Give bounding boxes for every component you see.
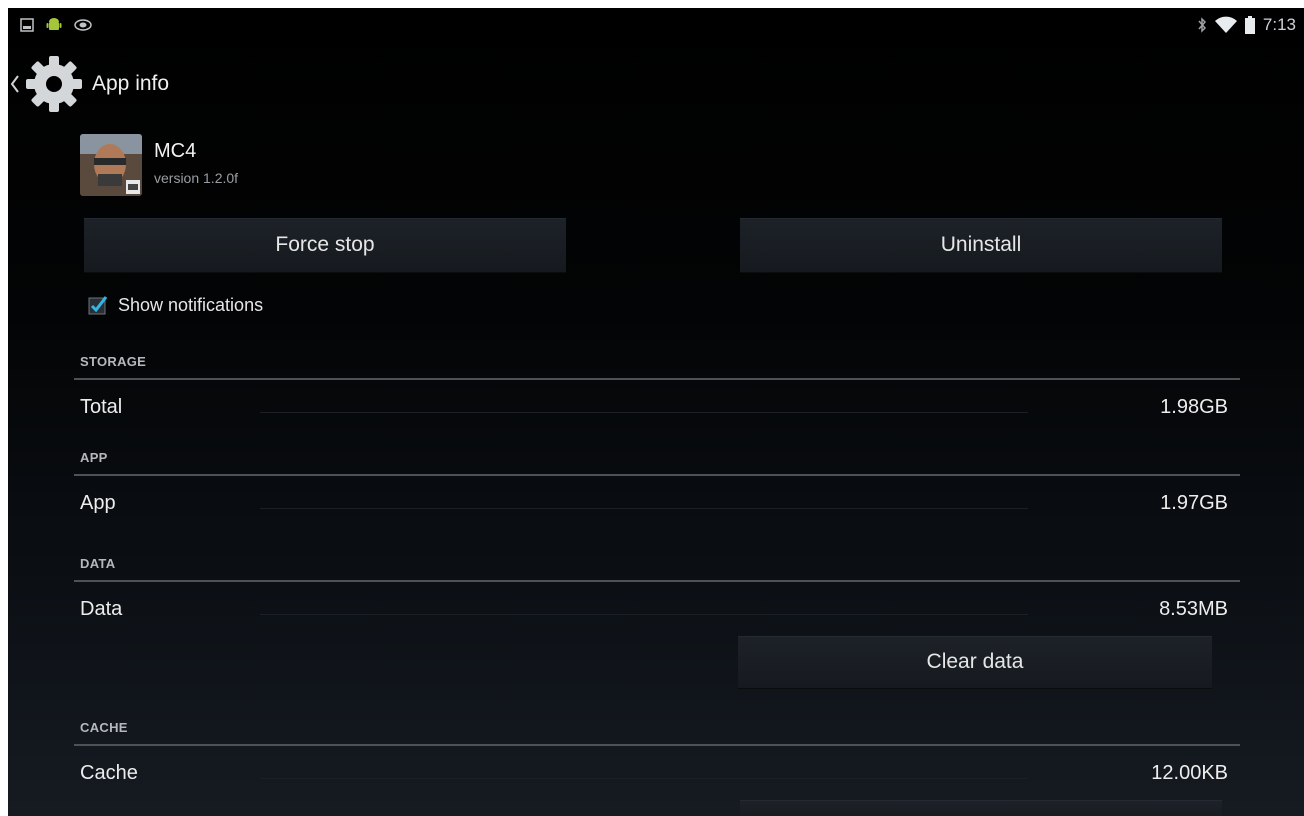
app-name: MC4 (154, 140, 197, 162)
status-bar: 7:13 (8, 8, 1304, 44)
total-row: Total 1.98GB (80, 390, 1228, 430)
back-chevron-icon (10, 75, 19, 93)
clear-data-button[interactable]: Clear data (738, 636, 1212, 689)
app-divider (74, 474, 1240, 476)
gallery-icon (20, 18, 34, 32)
row-divider (260, 508, 1028, 509)
action-bar: App info (8, 48, 1304, 120)
page-title: App info (92, 72, 170, 95)
cache-label: Cache (80, 762, 138, 784)
show-notifications-checkbox[interactable]: Show notifications (88, 290, 263, 320)
data-header-text: DATA (80, 556, 116, 571)
data-row: Data 8.53MB (80, 592, 1228, 632)
data-divider (74, 580, 1240, 582)
app-header-text: APP (80, 450, 108, 465)
app-row: App 1.97GB (80, 486, 1228, 526)
app-version: version 1.2.0f (154, 170, 239, 186)
uninstall-button[interactable]: Uninstall (740, 218, 1222, 273)
checkbox-checked-icon (88, 296, 108, 315)
battery-icon (1244, 16, 1255, 34)
screen: 7:13 App info MC4 version 1.2.0f Force s… (8, 8, 1304, 816)
storage-header-text: STORAGE (80, 354, 147, 369)
nvidia-icon (74, 19, 92, 31)
data-label: Data (80, 598, 123, 620)
settings-gear-icon (26, 56, 82, 112)
notification-icons (20, 17, 92, 33)
android-debug-icon (46, 18, 62, 30)
row-divider (260, 614, 1028, 615)
clear-cache-button[interactable] (740, 800, 1222, 816)
data-value: 8.53MB (1159, 598, 1228, 620)
app-icon-artwork (80, 134, 142, 196)
clock: 7:13 (1262, 15, 1296, 34)
cache-header-text: CACHE (80, 720, 128, 735)
app-header: MC4 version 1.2.0f (80, 130, 480, 198)
total-value: 1.98GB (1160, 396, 1228, 418)
total-label: Total (80, 396, 123, 418)
app-value: 1.97GB (1160, 492, 1228, 514)
wifi-icon (1214, 16, 1237, 33)
system-icons: 7:13 (1197, 15, 1296, 35)
bluetooth-icon (1198, 17, 1206, 33)
app-icon (80, 134, 142, 196)
app-label: App (80, 492, 116, 514)
cache-divider (74, 744, 1240, 746)
row-divider (260, 778, 1028, 779)
show-notifications-label: Show notifications (118, 294, 264, 315)
cache-row: Cache 12.00KB (80, 756, 1228, 796)
row-divider (260, 412, 1028, 413)
force-stop-button[interactable]: Force stop (84, 218, 566, 273)
cache-value: 12.00KB (1151, 762, 1228, 784)
storage-divider (74, 378, 1240, 380)
